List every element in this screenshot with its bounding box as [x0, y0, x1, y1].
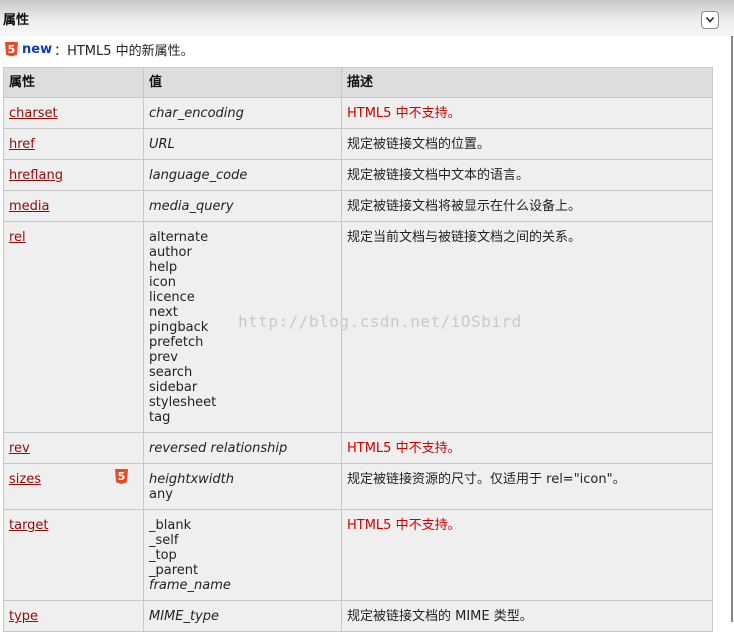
- value-cell: _blank _self _top _parent frame_name: [143, 509, 342, 601]
- value-item: any: [149, 487, 173, 502]
- description-cell: 规定被链接资源的尺寸。仅适用于 rel="icon"。: [341, 463, 713, 510]
- attribute-name-cell: target: [3, 509, 144, 601]
- value-item: prev: [149, 350, 179, 365]
- description-cell: 规定被链接文档中文本的语言。: [341, 159, 713, 191]
- attribute-link[interactable]: rel: [9, 230, 26, 245]
- attribute-link[interactable]: href: [9, 137, 35, 152]
- value-item: licence: [149, 290, 195, 305]
- scroll-edge: [731, 36, 733, 622]
- attribute-name-cell: rel: [3, 221, 144, 433]
- attribute-link[interactable]: charset: [9, 106, 58, 121]
- header-value: 值: [143, 67, 342, 98]
- attribute-link[interactable]: target: [9, 518, 49, 533]
- value-cell: language_code: [143, 159, 342, 191]
- value-cell: MIME_type: [143, 600, 342, 632]
- value-item: pingback: [149, 320, 209, 335]
- table-row: charset char_encoding HTML5 中不支持。: [3, 97, 713, 129]
- value-cell: heightxwidth any: [143, 463, 342, 510]
- description-cell: 规定被链接文档的 MIME 类型。: [341, 600, 713, 632]
- value-item: next: [149, 305, 178, 320]
- value-item: author: [149, 245, 192, 260]
- header-description: 描述: [341, 67, 713, 98]
- attribute-link[interactable]: rev: [9, 441, 30, 456]
- table-row: hreflang language_code 规定被链接文档中文本的语言。: [3, 159, 713, 191]
- attributes-table: 属性 值 描述 charset char_encoding HTML5 中不支持。 h…: [3, 67, 713, 632]
- value-item: language_code: [149, 168, 248, 183]
- unsupported-note: HTML5 中不支持。: [347, 106, 461, 121]
- value-cell: char_encoding: [143, 97, 342, 129]
- description-cell: HTML5 中不支持。: [341, 509, 713, 601]
- value-item: tag: [149, 410, 171, 425]
- value-item: media_query: [149, 199, 234, 214]
- value-item: _parent: [149, 563, 199, 578]
- value-item: _self: [149, 533, 179, 548]
- attribute-name-cell: type: [3, 600, 144, 632]
- attribute-name-cell: href: [3, 128, 144, 160]
- description-text: 规定当前文档与被链接文档之间的关系。: [347, 230, 582, 245]
- description-text: 规定被链接文档中文本的语言。: [347, 168, 530, 183]
- value-item: help: [149, 260, 178, 275]
- description-text: 规定被链接资源的尺寸。仅适用于 rel="icon"。: [347, 472, 626, 487]
- unsupported-note: HTML5 中不支持。: [347, 518, 461, 533]
- section-header: 属性: [0, 0, 734, 36]
- html5-icon: 5: [5, 41, 18, 57]
- attribute-link[interactable]: sizes: [9, 472, 41, 487]
- value-cell: reversed relationship: [143, 432, 342, 464]
- table-row: sizes 5 heightxwidth any 规定被链接资源的尺寸。仅适用于 rel…: [3, 463, 713, 510]
- value-cell: URL: [143, 128, 342, 160]
- html5-icon: 5: [115, 469, 128, 484]
- table-row: media media_query 规定被链接文档将被显示在什么设备上。: [3, 190, 713, 222]
- description-text: 规定被链接文档将被显示在什么设备上。: [347, 199, 582, 214]
- description-text: 规定被链接文档的位置。: [347, 137, 491, 152]
- value-item: prefetch: [149, 335, 204, 350]
- table-row: type MIME_type 规定被链接文档的 MIME 类型。: [3, 600, 713, 632]
- value-item: _blank: [149, 518, 192, 533]
- attribute-link[interactable]: media: [9, 199, 50, 214]
- header-attribute: 属性: [3, 67, 144, 98]
- collapse-button[interactable]: [701, 11, 719, 29]
- unsupported-note: HTML5 中不支持。: [347, 441, 461, 456]
- attribute-name-cell: rev: [3, 432, 144, 464]
- description-cell: HTML5 中不支持。: [341, 97, 713, 129]
- value-item: URL: [149, 137, 175, 152]
- value-item: icon: [149, 275, 176, 290]
- attribute-name-cell: sizes 5: [3, 463, 144, 510]
- attribute-link[interactable]: hreflang: [9, 168, 63, 183]
- chevron-down-icon: [706, 17, 714, 23]
- value-item: char_encoding: [149, 106, 244, 121]
- table-header-row: 属性 值 描述: [3, 67, 713, 98]
- value-cell: media_query: [143, 190, 342, 222]
- value-item: _top: [149, 548, 177, 563]
- value-cell: alternate author help icon licence next pingba…: [143, 221, 342, 433]
- value-item: sidebar: [149, 380, 198, 395]
- description-cell: HTML5 中不支持。: [341, 432, 713, 464]
- value-item: frame_name: [149, 578, 231, 593]
- attribute-name-cell: charset: [3, 97, 144, 129]
- table-row: target _blank _self _top _parent frame_name HT…: [3, 509, 713, 601]
- notice-text: ：HTML5 中的新属性。: [54, 43, 194, 59]
- value-item: heightxwidth: [149, 472, 234, 487]
- value-item: search: [149, 365, 193, 380]
- new-keyword: new: [22, 41, 53, 57]
- description-cell: 规定当前文档与被链接文档之间的关系。: [341, 221, 713, 433]
- description-cell: 规定被链接文档将被显示在什么设备上。: [341, 190, 713, 222]
- html5-notice: 5 new ：HTML5 中的新属性。: [5, 40, 194, 59]
- value-item: reversed relationship: [149, 441, 288, 456]
- description-cell: 规定被链接文档的位置。: [341, 128, 713, 160]
- table-row: href URL 规定被链接文档的位置。: [3, 128, 713, 160]
- attribute-name-cell: hreflang: [3, 159, 144, 191]
- table-row: rev reversed relationship HTML5 中不支持。: [3, 432, 713, 464]
- value-item: alternate: [149, 230, 209, 245]
- value-item: stylesheet: [149, 395, 217, 410]
- attribute-name-cell: media: [3, 190, 144, 222]
- section-title: 属性: [3, 13, 30, 28]
- table-row: rel alternate author help icon licence next pin…: [3, 221, 713, 433]
